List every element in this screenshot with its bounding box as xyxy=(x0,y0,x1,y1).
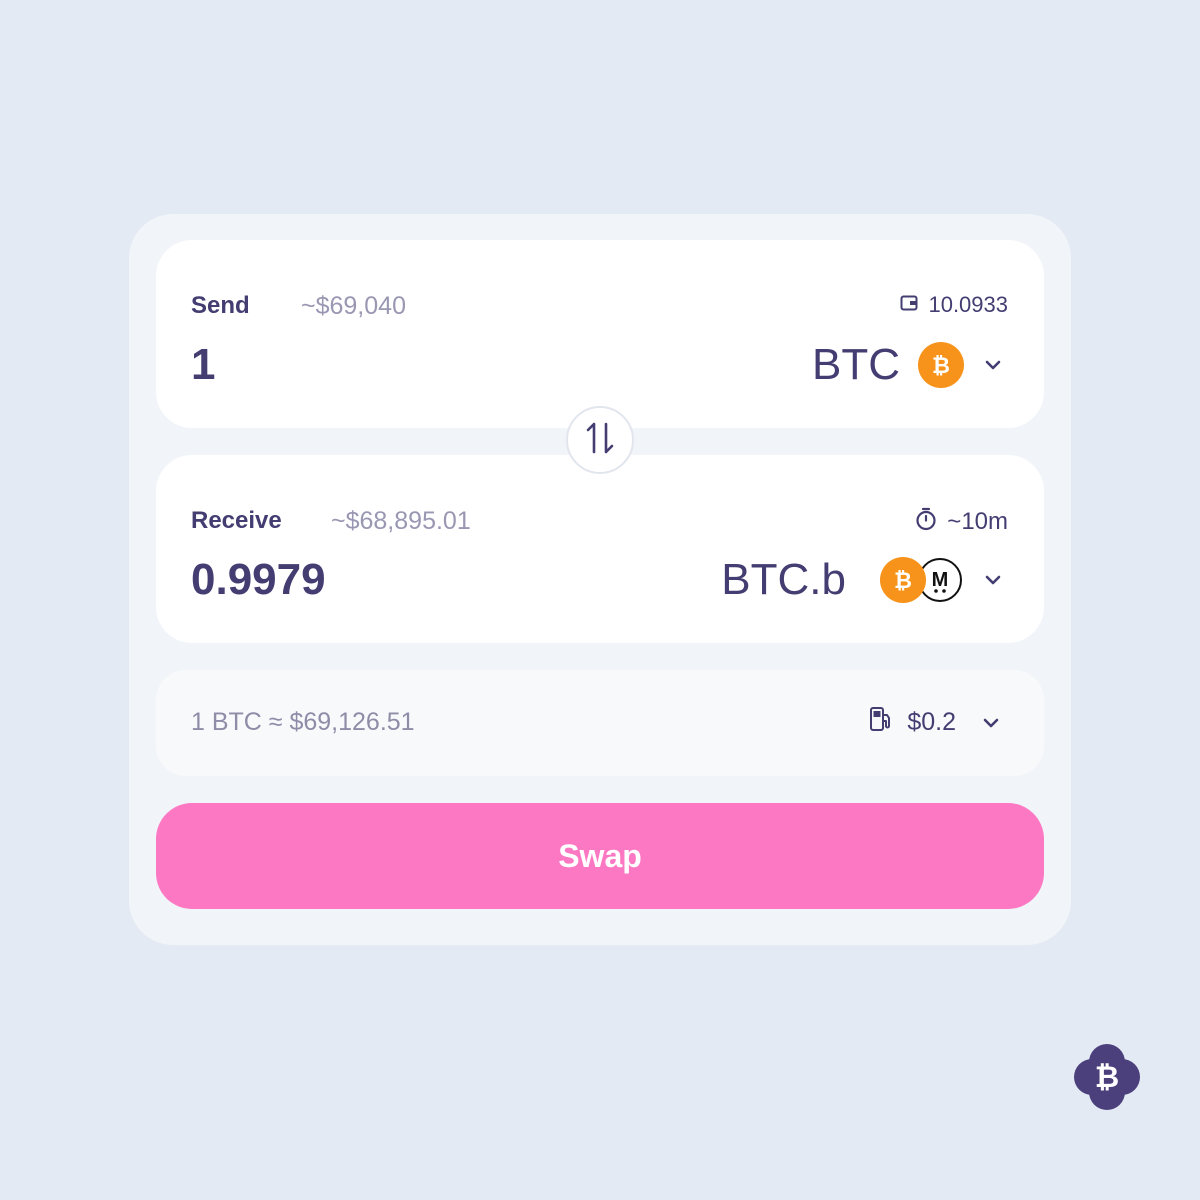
chevron-down-icon[interactable] xyxy=(982,354,1004,376)
gas-fee-value: $0.2 xyxy=(907,708,956,736)
btc-coin-icon: ₿ xyxy=(880,557,926,603)
send-usd-value: ~$69,040 xyxy=(301,292,406,320)
btc-coin-icon: ₿ xyxy=(918,342,964,388)
chevron-down-icon[interactable] xyxy=(980,712,1002,734)
swap-direction-button[interactable] xyxy=(566,406,634,474)
token-pair-icons: ₿ M xyxy=(880,557,964,603)
receive-usd-value: ~$68,895.01 xyxy=(331,507,471,535)
wallet-icon xyxy=(900,292,918,318)
swap-button[interactable]: Swap xyxy=(156,803,1044,909)
svg-text:₿: ₿ xyxy=(1095,1061,1119,1094)
send-label: Send xyxy=(191,292,250,319)
receive-panel: Receive ~$68,895.01 ~10m 0.9979 BTC.b ₿ xyxy=(156,455,1044,643)
eta-value: ~10m xyxy=(947,508,1008,535)
receive-token-name: BTC.b xyxy=(721,555,846,604)
brand-logo: ₿ xyxy=(1070,1040,1144,1114)
swap-card: Send ~$69,040 10.0933 1 BTC ₿ Receive ~$… xyxy=(129,214,1071,945)
send-token-name: BTC xyxy=(812,340,900,389)
gas-fee[interactable]: $0.2 xyxy=(869,706,1002,739)
receive-amount: 0.9979 xyxy=(191,555,326,604)
chevron-down-icon[interactable] xyxy=(982,569,1004,591)
swap-arrows-icon xyxy=(584,420,616,461)
estimated-time: ~10m xyxy=(915,507,1008,537)
gas-pump-icon xyxy=(869,706,893,739)
svg-text:₿: ₿ xyxy=(932,353,950,378)
send-panel: Send ~$69,040 10.0933 1 BTC ₿ xyxy=(156,240,1044,428)
balance-value: 10.0933 xyxy=(928,292,1008,317)
send-amount-input[interactable]: 1 xyxy=(191,340,215,390)
rate-details-panel[interactable]: 1 BTC ≈ $69,126.51 $0.2 xyxy=(156,670,1044,776)
wallet-balance[interactable]: 10.0933 xyxy=(900,292,1008,318)
exchange-rate: 1 BTC ≈ $69,126.51 xyxy=(191,708,415,736)
svg-text:₿: ₿ xyxy=(894,568,912,593)
send-token-selector[interactable]: BTC ₿ xyxy=(812,340,1004,390)
receive-token-selector[interactable]: BTC.b ₿ M xyxy=(721,555,1004,605)
timer-icon xyxy=(915,507,937,537)
svg-text:M: M xyxy=(932,569,949,591)
receive-label: Receive xyxy=(191,507,282,534)
